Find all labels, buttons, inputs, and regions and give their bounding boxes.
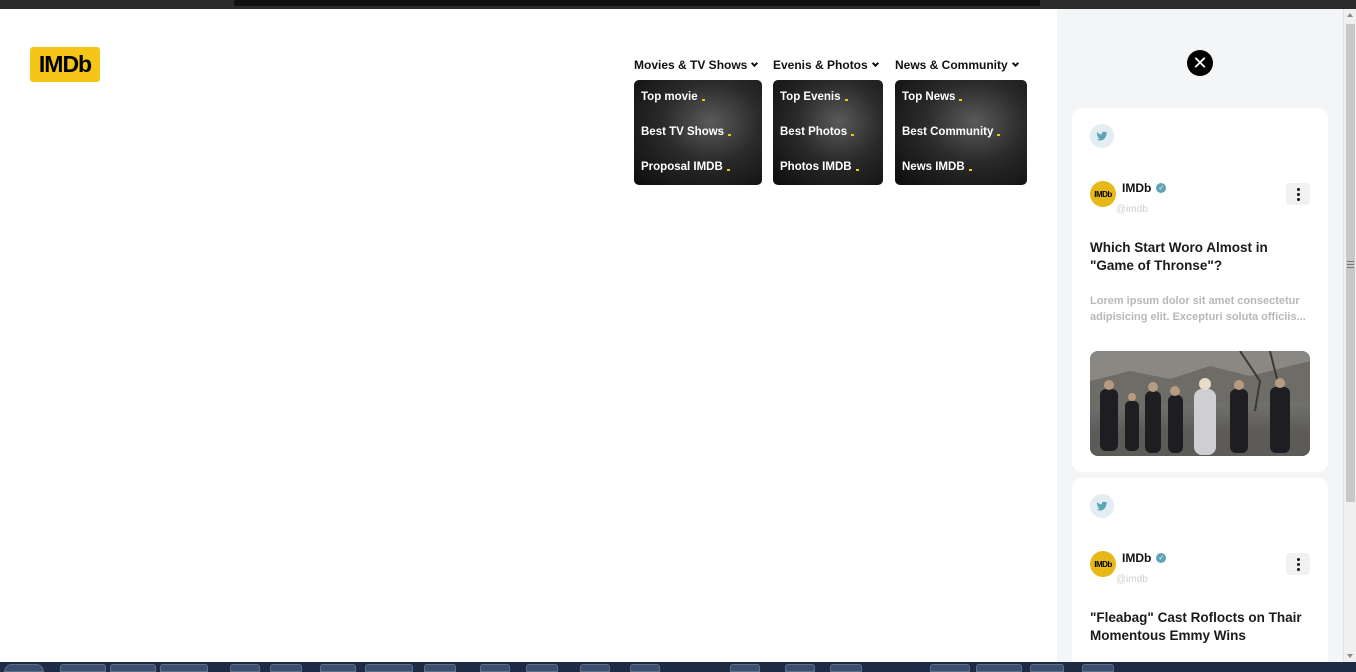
scroll-down-icon[interactable] (1347, 654, 1353, 658)
dropdown-item[interactable]: Photos IMDB (780, 161, 859, 173)
card-headline[interactable]: Which Start Woro Almost in "Game of Thro… (1090, 239, 1310, 275)
taskbar-app[interactable] (480, 664, 510, 672)
bullet-dot (959, 99, 963, 101)
dropdown-item-label: Best Community (902, 126, 994, 138)
imdb-logo[interactable]: IMDb (30, 47, 100, 82)
dropdown-item[interactable]: Top Evenis (780, 91, 848, 103)
nav-menu-label: Movies & TV Shows (634, 58, 748, 72)
avatar[interactable]: IMDb (1090, 551, 1116, 577)
bullet-dot (997, 134, 1001, 136)
dropdown-item-label: Top movie (641, 91, 698, 103)
chevron-down-icon (871, 59, 879, 67)
scroll-up-icon[interactable] (1347, 13, 1353, 17)
dropdown-item[interactable]: Best TV Shows (641, 126, 732, 138)
dropdown-events-photos: Top Evenis Best Photos Photos IMDB (773, 80, 883, 185)
card-image[interactable] (1090, 351, 1310, 456)
nav-menu-label: News & Community (895, 58, 1008, 72)
dropdown-movies-tv: Top movie Best TV Shows Proposal IMDB (634, 80, 762, 185)
taskbar-app[interactable] (270, 664, 302, 672)
more-options-icon[interactable] (1286, 183, 1310, 205)
account-handle: @imdb (1116, 574, 1148, 585)
chevron-down-icon (751, 59, 759, 67)
verified-icon: ✓ (1156, 553, 1167, 563)
page: IMDb Movies & TV Shows Evenis & Photos N… (0, 9, 1343, 662)
dropdown-item-label: Proposal IMDB (641, 161, 723, 173)
dropdown-item[interactable]: Proposal IMDB (641, 161, 730, 173)
taskbar-app[interactable] (320, 664, 356, 672)
bullet-dot (728, 134, 732, 136)
taskbar-app[interactable] (365, 664, 413, 672)
bullet-dot (844, 99, 848, 101)
dropdown-item[interactable]: Top News (902, 91, 963, 103)
bullet-dot (855, 169, 859, 171)
nav-menu-movies-tv[interactable]: Movies & TV Shows (634, 58, 759, 72)
card-excerpt: Lorem ipsum dolor sit amet consectetur a… (1090, 295, 1306, 323)
taskbar (0, 662, 1356, 672)
taskbar-app[interactable] (230, 664, 260, 672)
vertical-scrollbar[interactable] (1343, 9, 1356, 662)
nav-menu-label: Evenis & Photos (773, 58, 868, 72)
taskbar-app[interactable] (1030, 664, 1064, 672)
account-name-text: IMDb (1122, 551, 1152, 565)
bullet-dot (726, 169, 730, 171)
taskbar-app[interactable] (60, 664, 106, 672)
account-name[interactable]: IMDb ✓ (1122, 551, 1167, 565)
dropdown-item-label: Best TV Shows (641, 126, 725, 138)
taskbar-app[interactable] (1082, 664, 1114, 672)
taskbar-app[interactable] (526, 664, 558, 672)
twitter-icon (1090, 124, 1114, 148)
start-button[interactable] (4, 664, 44, 672)
account-name-text: IMDb (1122, 181, 1152, 195)
chevron-down-icon (1011, 59, 1019, 67)
dropdown-item[interactable]: Top movie (641, 91, 705, 103)
account-handle: @imdb (1116, 204, 1148, 215)
dropdown-item-label: Top Evenis (780, 91, 841, 103)
browser-top-bar (0, 0, 1356, 9)
bullet-dot (851, 134, 855, 136)
taskbar-app[interactable] (580, 664, 610, 672)
side-panel: ✕ IMDb IMDb ✓ @imdb Which Start Woro Almo… (1057, 9, 1343, 662)
grip-icon (1347, 261, 1354, 269)
dropdown-news-community: Top News Best Community News IMDB (895, 80, 1027, 185)
dropdown-item[interactable]: Best Community (902, 126, 1001, 138)
more-options-icon[interactable] (1286, 553, 1310, 575)
dropdown-item-label: News IMDB (902, 161, 965, 173)
taskbar-app[interactable] (976, 664, 1022, 672)
taskbar-app[interactable] (160, 664, 208, 672)
taskbar-app[interactable] (785, 664, 815, 672)
card-headline[interactable]: "Fleabag" Cast Roflocts on Thair Momento… (1090, 609, 1310, 645)
taskbar-app[interactable] (630, 664, 660, 672)
avatar[interactable]: IMDb (1090, 181, 1116, 207)
taskbar-app[interactable] (424, 664, 456, 672)
dropdown-item-label: Photos IMDB (780, 161, 852, 173)
bullet-dot (701, 99, 705, 101)
news-card[interactable]: IMDb IMDb ✓ @imdb Which Start Woro Almost… (1072, 108, 1328, 472)
news-card[interactable]: IMDb IMDb ✓ @imdb "Fleabag" Cast Roflocts… (1072, 478, 1328, 662)
taskbar-app[interactable] (930, 664, 970, 672)
address-bar (234, 0, 1040, 6)
dropdown-item[interactable]: News IMDB (902, 161, 972, 173)
dropdown-item[interactable]: Best Photos (780, 126, 855, 138)
twitter-icon (1090, 494, 1114, 518)
taskbar-app[interactable] (830, 664, 862, 672)
nav-menu-news-community[interactable]: News & Community (895, 58, 1019, 72)
dropdown-item-label: Best Photos (780, 126, 848, 138)
taskbar-app[interactable] (110, 664, 156, 672)
close-icon[interactable]: ✕ (1187, 50, 1213, 76)
dropdown-item-label: Top News (902, 91, 956, 103)
account-name[interactable]: IMDb ✓ (1122, 181, 1167, 195)
taskbar-app[interactable] (730, 664, 760, 672)
verified-icon: ✓ (1156, 183, 1167, 193)
nav-menu-events-photos[interactable]: Evenis & Photos (773, 58, 879, 72)
bullet-dot (968, 169, 972, 171)
